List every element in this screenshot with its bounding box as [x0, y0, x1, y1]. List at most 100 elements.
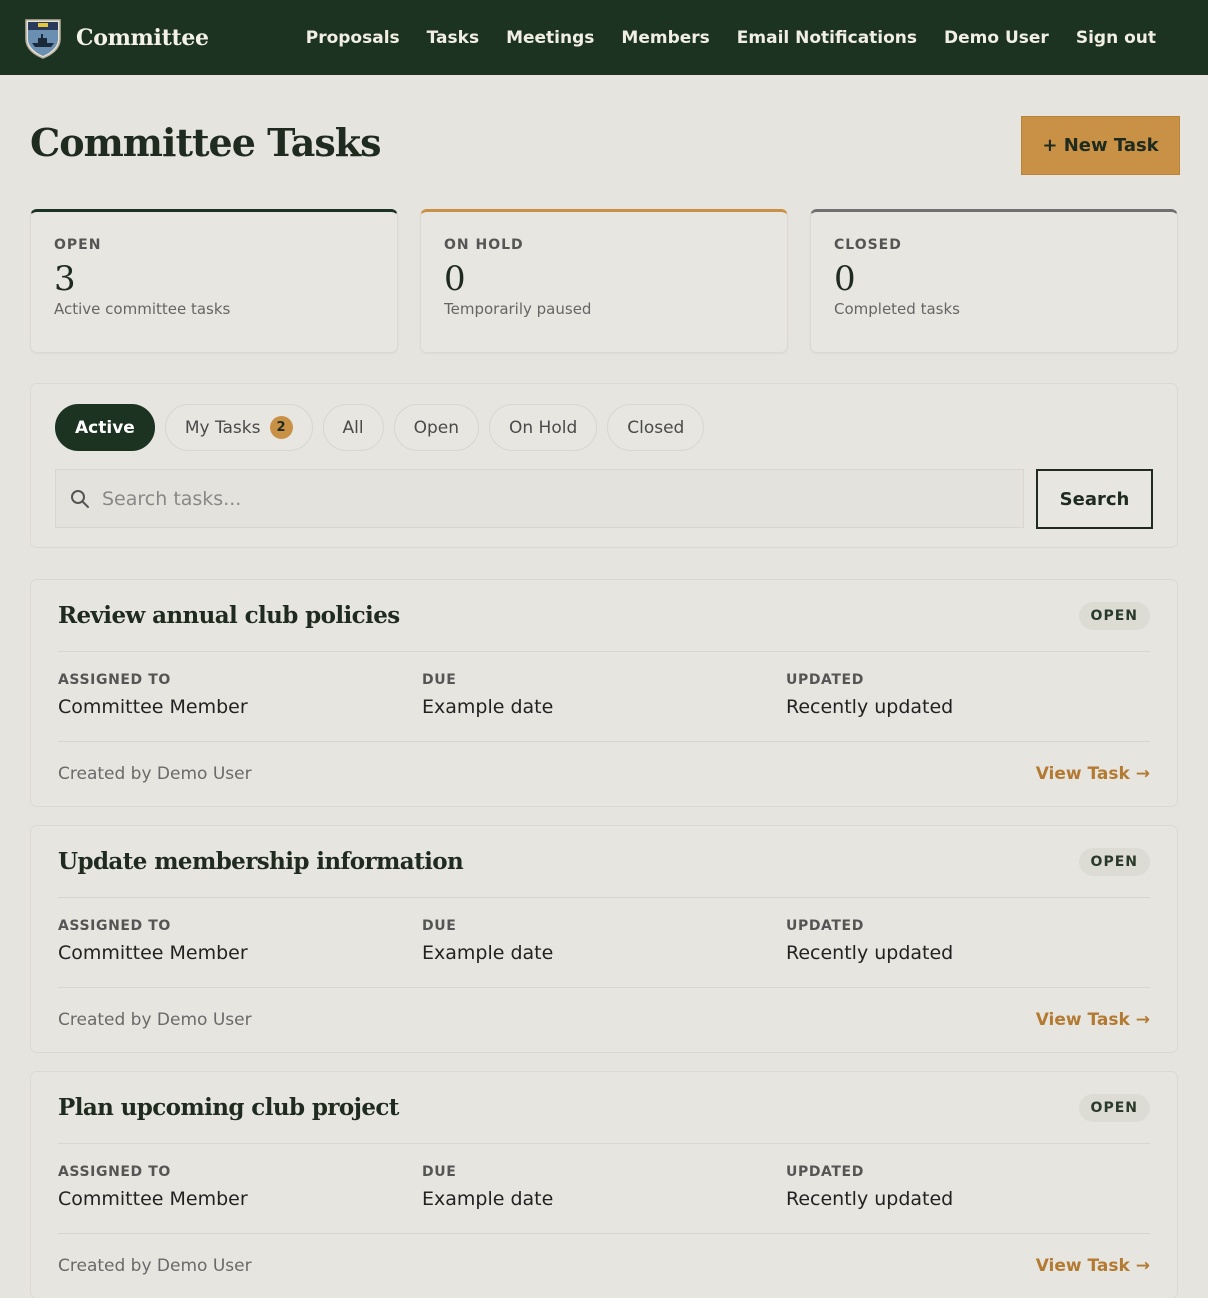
meta-value: Example date	[422, 942, 554, 964]
search-icon	[71, 489, 89, 508]
task-card: Update membership information OPEN ASSIG…	[30, 825, 1178, 1053]
stat-card-open: OPEN 3 Active committee tasks	[30, 209, 398, 353]
tab-open[interactable]: Open	[393, 404, 479, 451]
stat-label: OPEN	[54, 237, 102, 253]
filter-tabs: Active My Tasks 2 All Open On Hold Close…	[55, 404, 1153, 451]
task-title[interactable]: Review annual club policies	[58, 602, 400, 629]
brand-name: Committee	[76, 24, 209, 51]
task-footer: Created by Demo User View Task →	[58, 742, 1150, 806]
meta-value: Committee Member	[58, 942, 248, 964]
task-title[interactable]: Update membership information	[58, 848, 464, 875]
task-card: Plan upcoming club project OPEN ASSIGNED…	[30, 1071, 1178, 1298]
task-header: Update membership information OPEN	[58, 826, 1150, 898]
task-list: Review annual club policies OPEN ASSIGNE…	[30, 579, 1178, 1298]
filter-panel: Active My Tasks 2 All Open On Hold Close…	[30, 383, 1178, 548]
task-header: Review annual club policies OPEN	[58, 580, 1150, 652]
nav-tasks[interactable]: Tasks	[427, 28, 479, 48]
meta-value: Example date	[422, 1188, 554, 1210]
stat-card-closed: CLOSED 0 Completed tasks	[810, 209, 1178, 353]
new-task-button[interactable]: + New Task	[1021, 115, 1180, 175]
stat-description: Completed tasks	[834, 300, 960, 319]
meta-label: ASSIGNED TO	[58, 1164, 171, 1180]
meta-label: DUE	[422, 1164, 457, 1180]
meta-assigned: ASSIGNED TO Committee Member	[58, 918, 422, 987]
search-button[interactable]: Search	[1036, 469, 1153, 529]
view-task-link[interactable]: View Task →	[1036, 1010, 1150, 1030]
nav-sign-out[interactable]: Sign out	[1076, 28, 1156, 48]
meta-value: Committee Member	[58, 1188, 248, 1210]
top-navbar: Committee Proposals Tasks Meetings Membe…	[0, 0, 1208, 75]
stat-description: Temporarily paused	[444, 300, 592, 319]
meta-label: DUE	[422, 918, 457, 934]
page-header: Committee Tasks + New Task	[30, 75, 1180, 203]
task-meta: ASSIGNED TO Committee Member DUE Example…	[58, 898, 1150, 988]
meta-value: Recently updated	[786, 942, 954, 964]
tab-all[interactable]: All	[322, 404, 384, 451]
tab-my-tasks[interactable]: My Tasks 2	[164, 404, 313, 451]
status-badge: OPEN	[1078, 601, 1150, 630]
main-nav: Proposals Tasks Meetings Members Email N…	[306, 28, 1186, 48]
meta-label: ASSIGNED TO	[58, 918, 171, 934]
task-title[interactable]: Plan upcoming club project	[58, 1094, 399, 1121]
meta-label: UPDATED	[786, 672, 864, 688]
crest-logo-icon	[25, 18, 61, 59]
meta-value: Recently updated	[786, 696, 954, 718]
brand[interactable]: Committee	[22, 17, 209, 59]
nav-email-notifications[interactable]: Email Notifications	[737, 28, 917, 48]
meta-value: Recently updated	[786, 1188, 954, 1210]
main-content: Committee Tasks + New Task OPEN 3 Active…	[0, 75, 1208, 1298]
stat-value: 0	[834, 259, 856, 299]
tab-label: My Tasks	[184, 417, 261, 438]
meta-updated: UPDATED Recently updated	[786, 918, 1150, 987]
status-badge: OPEN	[1078, 1093, 1150, 1122]
nav-meetings[interactable]: Meetings	[506, 28, 594, 48]
stat-card-on-hold: ON HOLD 0 Temporarily paused	[420, 209, 788, 353]
meta-label: UPDATED	[786, 918, 864, 934]
stats-row: OPEN 3 Active committee tasks ON HOLD 0 …	[30, 209, 1178, 353]
count-badge: 2	[269, 416, 293, 439]
nav-user-profile[interactable]: Demo User	[944, 28, 1049, 48]
view-task-link[interactable]: View Task →	[1036, 764, 1150, 784]
meta-label: DUE	[422, 672, 457, 688]
nav-members[interactable]: Members	[621, 28, 709, 48]
stat-value: 0	[444, 259, 466, 299]
meta-value: Example date	[422, 696, 554, 718]
task-meta: ASSIGNED TO Committee Member DUE Example…	[58, 1144, 1150, 1234]
task-footer: Created by Demo User View Task →	[58, 1234, 1150, 1298]
created-by: Created by Demo User	[58, 1256, 252, 1276]
meta-updated: UPDATED Recently updated	[786, 1164, 1150, 1233]
search-field[interactable]	[55, 469, 1024, 528]
stat-description: Active committee tasks	[54, 300, 231, 319]
meta-label: UPDATED	[786, 1164, 864, 1180]
tab-label: All	[342, 417, 364, 438]
search-input[interactable]	[102, 487, 1023, 510]
tab-label: Open	[413, 417, 459, 438]
task-header: Plan upcoming club project OPEN	[58, 1072, 1150, 1144]
meta-assigned: ASSIGNED TO Committee Member	[58, 1164, 422, 1233]
stat-label: ON HOLD	[444, 237, 524, 253]
status-badge: OPEN	[1078, 847, 1150, 876]
meta-label: ASSIGNED TO	[58, 672, 171, 688]
tab-label: On Hold	[508, 417, 578, 438]
view-task-link[interactable]: View Task →	[1036, 1256, 1150, 1276]
tab-active[interactable]: Active	[55, 404, 155, 451]
tab-label: Closed	[627, 417, 685, 438]
meta-due: DUE Example date	[422, 672, 786, 741]
stat-label: CLOSED	[834, 237, 902, 253]
created-by: Created by Demo User	[58, 1010, 252, 1030]
meta-due: DUE Example date	[422, 918, 786, 987]
meta-assigned: ASSIGNED TO Committee Member	[58, 672, 422, 741]
meta-value: Committee Member	[58, 696, 248, 718]
search-row: Search	[55, 469, 1153, 529]
page-title: Committee Tasks	[30, 119, 382, 165]
meta-updated: UPDATED Recently updated	[786, 672, 1150, 741]
stat-value: 3	[54, 259, 76, 299]
tab-closed[interactable]: Closed	[607, 404, 705, 451]
meta-due: DUE Example date	[422, 1164, 786, 1233]
created-by: Created by Demo User	[58, 764, 252, 784]
tab-label: Active	[75, 417, 135, 438]
task-footer: Created by Demo User View Task →	[58, 988, 1150, 1052]
task-card: Review annual club policies OPEN ASSIGNE…	[30, 579, 1178, 807]
nav-proposals[interactable]: Proposals	[306, 28, 400, 48]
tab-on-hold[interactable]: On Hold	[488, 404, 598, 451]
